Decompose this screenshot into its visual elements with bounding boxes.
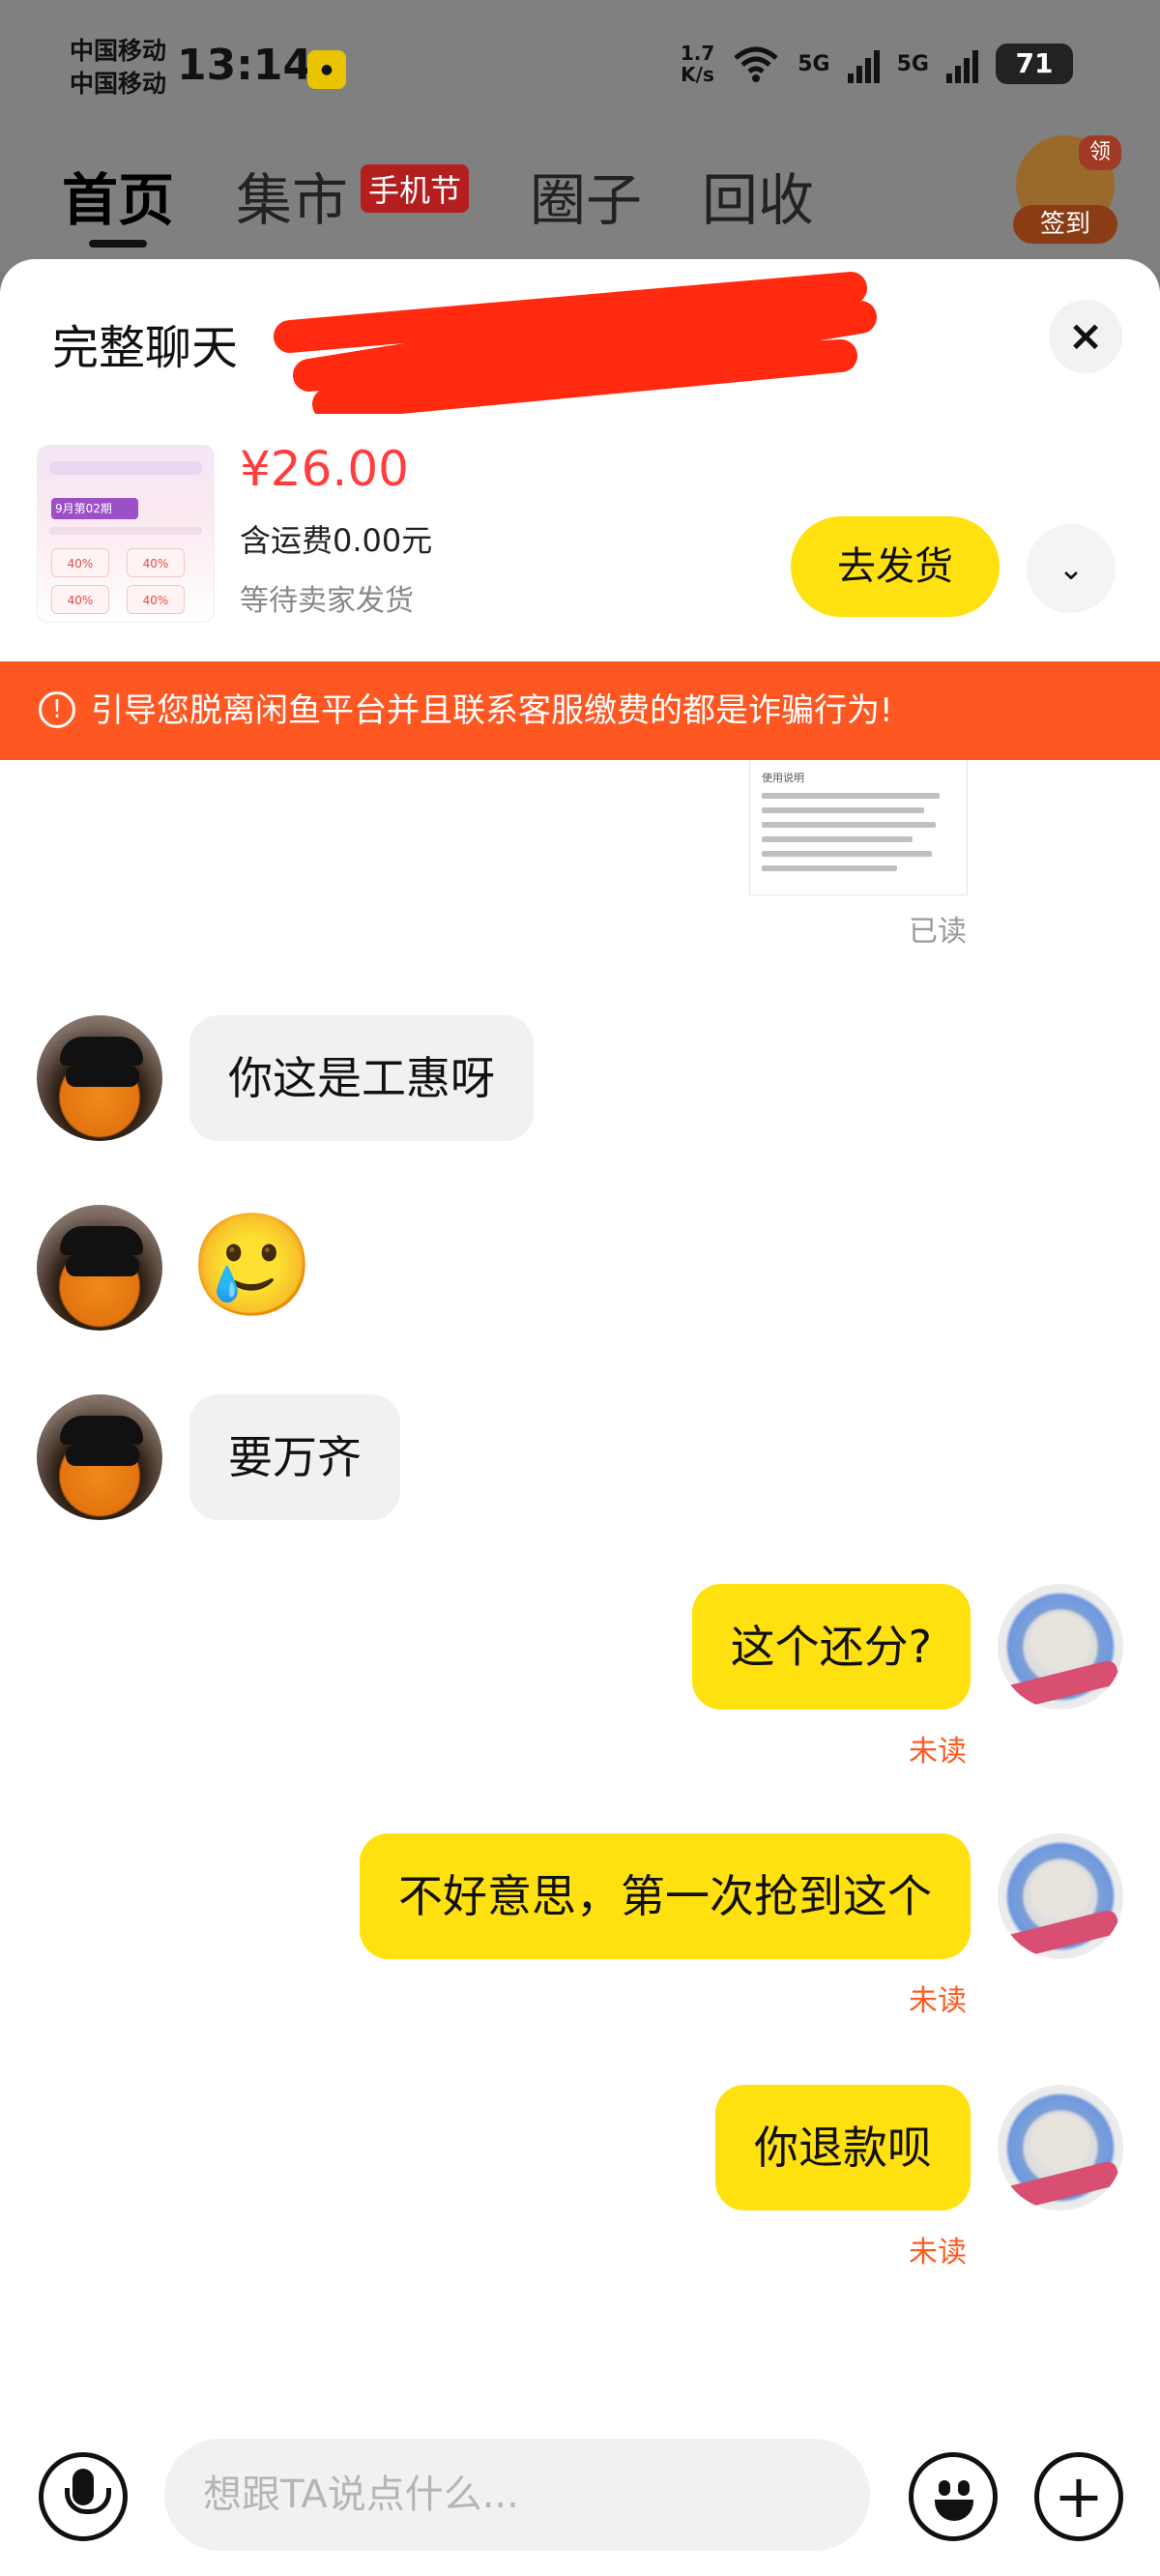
status-bar: 中国移动 中国移动 13:14 ● 1.7 K/s 5G 5G 71 (0, 0, 1160, 135)
redaction-scribble (274, 272, 877, 414)
tab-circles: 圈子 (530, 167, 643, 233)
message-bubble[interactable]: 你这是工惠呀 (189, 1015, 534, 1141)
battery-indicator: 71 (996, 44, 1073, 84)
carrier-2: 中国移动 (70, 70, 167, 98)
sheet-title: 完整聊天 (52, 321, 239, 375)
signin-reward-badge: 领 (1079, 135, 1121, 170)
festival-badge: 手机节 (361, 164, 470, 213)
shipping-fee: 含运费0.00元 (240, 522, 433, 559)
warning-text: 引导您脱离闲鱼平台并且联系客服缴费的都是诈骗行为! (91, 691, 893, 730)
status-icons: 1.7 K/s 5G 5G 71 (681, 43, 1073, 85)
network-type-2: 5G (896, 51, 929, 76)
signal-icon-2 (946, 44, 978, 83)
network-type-1: 5G (798, 51, 830, 76)
close-button[interactable]: × (1049, 300, 1122, 373)
carrier-names: 中国移动 中国移动 (70, 35, 166, 101)
full-chat-sheet: 完整聊天 × 9月第02期 40% 40% 40% 40% ¥26.00 含运费… (0, 259, 1160, 2576)
network-speed: 1.7 K/s (680, 42, 715, 86)
background-top-nav: 首页 集市 手机节 圈子 回收 签到 领 (0, 135, 1160, 271)
carrier-1: 中国移动 (70, 37, 167, 65)
thumbnail-caption: 9月第02期 (51, 498, 138, 519)
unread-status: 未读 (909, 1984, 967, 2018)
message-bubble[interactable]: 要万齐 (189, 1394, 400, 1520)
order-price: ¥26.00 (240, 441, 409, 497)
document-image-message[interactable]: 使用说明 (749, 760, 968, 895)
wifi-icon (734, 46, 778, 82)
notification-app-icon: ● (307, 50, 346, 89)
message-bubble[interactable]: 这个还分? (691, 1584, 971, 1710)
tab-market: 集市 (236, 167, 349, 233)
document-heading: 使用说明 (762, 772, 804, 784)
read-status: 已读 (909, 915, 967, 949)
ship-button[interactable]: 去发货 (791, 516, 1000, 617)
tab-recycle: 回收 (702, 167, 815, 233)
message-input-bar: + (0, 2425, 1160, 2576)
fraud-warning-banner: ! 引导您脱离闲鱼平台并且联系客服缴费的都是诈骗行为! (0, 661, 1160, 760)
avatar-other-user[interactable] (37, 1015, 162, 1141)
warning-icon: ! (39, 690, 75, 728)
avatar-other-user[interactable] (37, 1394, 162, 1520)
unread-status: 未读 (909, 2236, 967, 2269)
avatar-self[interactable] (998, 2085, 1123, 2210)
clock: 13:14 (177, 41, 313, 90)
signin-label: 签到 (1013, 205, 1117, 244)
avatar-other-user[interactable] (37, 1205, 162, 1331)
avatar-self[interactable] (998, 1584, 1123, 1710)
unread-status: 未读 (909, 1735, 967, 1769)
product-thumbnail[interactable]: 9月第02期 40% 40% 40% 40% (37, 445, 215, 623)
emoji-message[interactable]: 🥲 (189, 1205, 315, 1325)
signal-icon-1 (847, 44, 880, 83)
avatar-self[interactable] (998, 1833, 1123, 1959)
tab-home: 首页 (62, 155, 174, 248)
signin-button: 签到 领 (1013, 135, 1121, 251)
message-bubble[interactable]: 你退款呗 (715, 2085, 971, 2210)
microphone-icon[interactable] (39, 2452, 128, 2541)
chevron-down-icon[interactable]: ⌄ (1027, 524, 1116, 613)
message-input[interactable] (164, 2439, 870, 2551)
plus-icon[interactable]: + (1034, 2452, 1123, 2541)
emoji-icon[interactable] (909, 2452, 998, 2541)
order-status: 等待卖家发货 (240, 584, 414, 618)
message-bubble[interactable]: 不好意思，第一次抢到这个 (360, 1833, 971, 1959)
